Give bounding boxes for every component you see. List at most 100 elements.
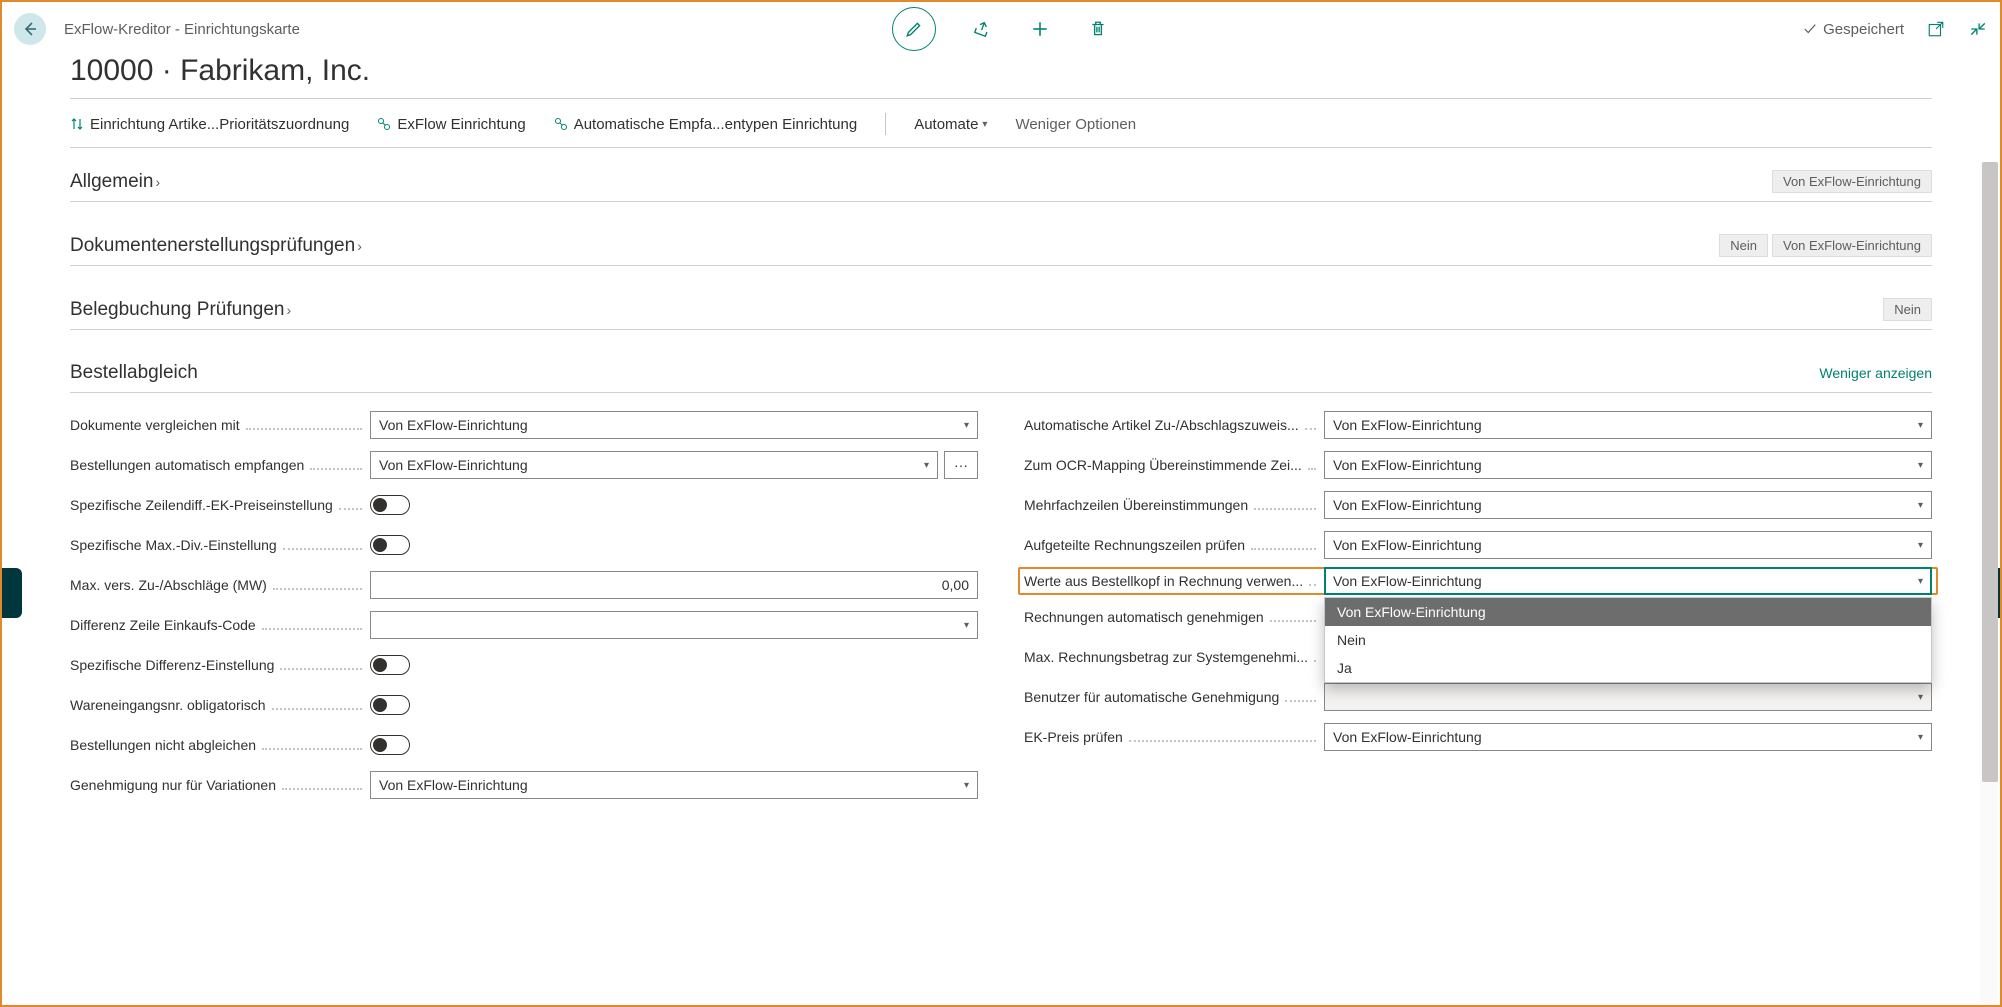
field-label: EK-Preis prüfen	[1024, 729, 1123, 745]
field-label: Differenz Zeile Einkaufs-Code	[70, 617, 256, 633]
fasttab-posting-checks-toggle[interactable]: Belegbuchung Prüfungen ›	[70, 299, 291, 321]
select-ocr-mapping[interactable]: Von ExFlow-Einrichtung▾	[1324, 451, 1932, 479]
scrollbar-thumb[interactable]	[1982, 162, 1998, 782]
toggle-specific-line-diff[interactable]	[370, 495, 410, 515]
form-body: Dokumente vergleichen mit Von ExFlow-Ein…	[70, 393, 1932, 799]
chevron-down-icon: ▾	[1918, 576, 1923, 587]
field-max-misc-charge: Max. vers. Zu-/Abschläge (MW) 0,00	[70, 571, 978, 599]
fewer-options[interactable]: Weniger Optionen	[1015, 116, 1136, 133]
action-toolbar: Einrichtung Artike...Prioritätszuordnung…	[70, 99, 1932, 148]
collapse-button[interactable]	[1968, 19, 1988, 39]
field-ocr-mapping-match: Zum OCR-Mapping Übereinstimmende Zei... …	[1024, 451, 1932, 479]
fasttab-general-toggle[interactable]: Allgemein ›	[70, 171, 160, 193]
toggle-specific-diff[interactable]	[370, 655, 410, 675]
fasttab-doc-checks: Dokumentenerstellungsprüfungen › Nein Vo…	[70, 202, 1932, 266]
select-auto-approve-user[interactable]: ▾	[1324, 683, 1932, 711]
select-multi-line[interactable]: Von ExFlow-Einrichtung▾	[1324, 491, 1932, 519]
fasttab-posting-checks: Belegbuchung Prüfungen › Nein	[70, 266, 1932, 330]
dropdown-options: Von ExFlow-Einrichtung Nein Ja	[1324, 597, 1932, 683]
toggle-specific-max-div[interactable]	[370, 535, 410, 555]
select-value: Von ExFlow-Einrichtung	[1333, 497, 1918, 513]
field-label: Mehrfachzeilen Übereinstimmungen	[1024, 497, 1248, 513]
dots	[273, 588, 362, 590]
field-receiptno-mandatory: Wareneingangsnr. obligatorisch	[70, 691, 978, 719]
dropdown-option-from-setup[interactable]: Von ExFlow-Einrichtung	[1325, 598, 1931, 626]
select-diff-line-purchcode[interactable]: ▾	[370, 611, 978, 639]
select-value: Von ExFlow-Einrichtung	[379, 777, 964, 793]
field-label: Automatische Artikel Zu-/Abschlagszuweis…	[1024, 417, 1299, 433]
delete-button[interactable]	[1086, 17, 1110, 41]
toggle-dont-match[interactable]	[370, 735, 410, 755]
fasttab-doc-checks-toggle[interactable]: Dokumentenerstellungsprüfungen ›	[70, 235, 362, 257]
show-less-link[interactable]: Weniger anzeigen	[1819, 365, 1932, 381]
field-label: Rechnungen automatisch genehmigen	[1024, 609, 1264, 625]
popout-button[interactable]	[1926, 19, 1946, 39]
action-label: ExFlow Einrichtung	[397, 116, 525, 133]
field-label: Aufgeteilte Rechnungszeilen prüfen	[1024, 537, 1245, 553]
select-approve-variations[interactable]: Von ExFlow-Einrichtung▾	[370, 771, 978, 799]
collapse-icon	[1969, 20, 1987, 38]
chevron-right-icon: ›	[286, 302, 291, 318]
gear-link-icon	[554, 117, 568, 131]
chevron-down-icon: ▾	[1918, 692, 1923, 703]
field-specific-diff-setting: Spezifische Differenz-Einstellung	[70, 651, 978, 679]
dots	[283, 548, 362, 550]
field-label: Werte aus Bestellkopf in Rechnung verwen…	[1024, 573, 1303, 589]
dots	[1270, 620, 1316, 622]
select-auto-item-charge[interactable]: Von ExFlow-Einrichtung▾	[1324, 411, 1932, 439]
toggle-receiptno-mandatory[interactable]	[370, 695, 410, 715]
select-value: Von ExFlow-Einrichtung	[379, 457, 924, 473]
chevron-down-icon: ▾	[1918, 540, 1923, 551]
form-left-column: Dokumente vergleichen mit Von ExFlow-Ein…	[70, 411, 978, 799]
select-value: Von ExFlow-Einrichtung	[1333, 729, 1918, 745]
form-right-column: Automatische Artikel Zu-/Abschlagszuweis…	[1024, 411, 1932, 799]
select-check-purchase-price[interactable]: Von ExFlow-Einrichtung▾	[1324, 723, 1932, 751]
select-value: Von ExFlow-Einrichtung	[1333, 417, 1918, 433]
new-button[interactable]	[1028, 17, 1052, 41]
share-button[interactable]	[970, 17, 994, 41]
action-label: Automatische Empfa...entypen Einrichtung	[574, 116, 858, 133]
field-label: Dokumente vergleichen mit	[70, 417, 240, 433]
field-multi-line-match: Mehrfachzeilen Übereinstimmungen Von ExF…	[1024, 491, 1932, 519]
fasttab-title-text: Belegbuchung Prüfungen	[70, 299, 284, 321]
field-label: Spezifische Max.-Div.-Einstellung	[70, 537, 277, 553]
chevron-down-icon: ▾	[1918, 460, 1923, 471]
dropdown-option-yes[interactable]: Ja	[1325, 654, 1931, 682]
select-use-order-header-values[interactable]: Von ExFlow-Einrichtung▾	[1324, 567, 1932, 595]
automate-menu[interactable]: Automate ▾	[914, 116, 987, 133]
arrow-left-icon	[22, 21, 38, 37]
input-max-misc-charge[interactable]: 0,00	[370, 571, 978, 599]
action-item-priority[interactable]: Einrichtung Artike...Prioritätszuordnung	[70, 116, 349, 133]
dots	[1308, 468, 1316, 470]
chevron-down-icon: ▾	[964, 780, 969, 791]
action-exflow-setup[interactable]: ExFlow Einrichtung	[377, 116, 525, 133]
fasttab-order-match-toggle[interactable]: Bestellabgleich	[70, 362, 198, 384]
left-side-tab[interactable]	[2, 568, 22, 618]
select-check-split-lines[interactable]: Von ExFlow-Einrichtung▾	[1324, 531, 1932, 559]
trash-icon	[1089, 20, 1107, 38]
field-label: Bestellungen automatisch empfangen	[70, 457, 304, 473]
dots	[339, 508, 362, 510]
action-auto-receipt[interactable]: Automatische Empfa...entypen Einrichtung	[554, 116, 858, 133]
chevron-right-icon: ›	[357, 238, 362, 254]
dropdown-option-no[interactable]: Nein	[1325, 626, 1931, 654]
dots	[1285, 700, 1316, 702]
fasttab-title-text: Allgemein	[70, 171, 153, 193]
summary-badge: Nein	[1719, 234, 1768, 257]
field-approve-variations-only: Genehmigung nur für Variationen Von ExFl…	[70, 771, 978, 799]
gear-link-icon	[377, 117, 391, 131]
check-icon	[1803, 22, 1817, 36]
fasttab-general: Allgemein › Von ExFlow-Einrichtung	[70, 148, 1932, 202]
save-status: Gespeichert	[1803, 21, 1904, 38]
field-label: Benutzer für automatische Genehmigung	[1024, 689, 1279, 705]
field-label: Spezifische Differenz-Einstellung	[70, 657, 274, 673]
field-use-order-header-values: Werte aus Bestellkopf in Rechnung verwen…	[1018, 567, 1938, 595]
fasttab-title-text: Bestellabgleich	[70, 362, 198, 384]
chevron-down-icon: ▾	[1918, 732, 1923, 743]
assist-edit-button[interactable]: ···	[944, 451, 978, 479]
dots	[1129, 740, 1316, 742]
select-match-documents[interactable]: Von ExFlow-Einrichtung▾	[370, 411, 978, 439]
select-auto-receive[interactable]: Von ExFlow-Einrichtung▾	[370, 451, 938, 479]
back-button[interactable]	[14, 13, 46, 45]
edit-button[interactable]	[892, 7, 936, 51]
